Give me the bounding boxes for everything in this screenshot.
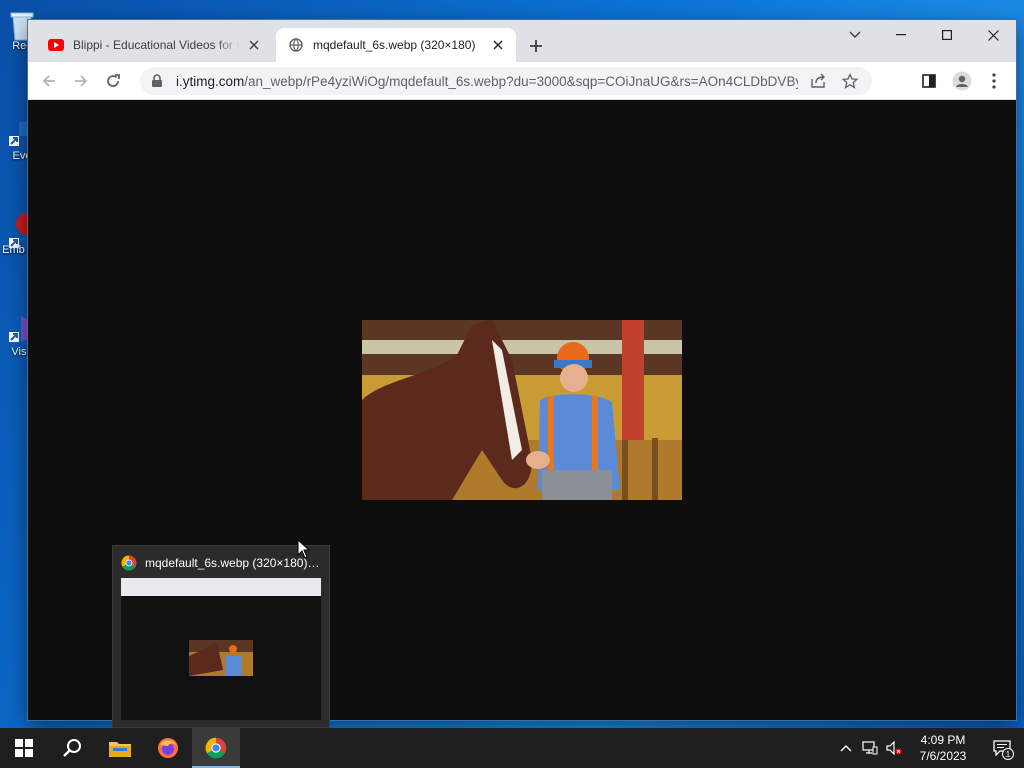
- minimize-button[interactable]: [878, 20, 924, 50]
- back-button[interactable]: [36, 68, 62, 94]
- image-content: [362, 320, 682, 500]
- file-explorer-icon: [109, 742, 131, 757]
- chrome-icon: [205, 737, 227, 759]
- chrome-icon: [121, 555, 137, 571]
- tab-title: mqdefault_6s.webp (320×180): [313, 38, 476, 52]
- close-icon: [987, 29, 999, 41]
- taskbar-firefox[interactable]: [144, 728, 192, 768]
- windows-start-icon: [15, 739, 33, 757]
- taskbar-file-explorer[interactable]: [96, 728, 144, 768]
- close-icon[interactable]: [246, 37, 262, 53]
- volume-button[interactable]: [882, 728, 906, 768]
- forward-button[interactable]: [68, 68, 94, 94]
- preview-title: mqdefault_6s.webp (320×180) -...: [145, 556, 321, 570]
- tray-overflow-button[interactable]: [834, 728, 858, 768]
- clock[interactable]: 4:09 PM 7/6/2023: [906, 732, 980, 764]
- bookmark-button[interactable]: [838, 69, 862, 93]
- url-text: i.ytimg.com/an_webp/rPe4yziWiOg/mqdefaul…: [176, 74, 798, 89]
- mouse-cursor-icon: [297, 539, 311, 559]
- side-panel-button[interactable]: [916, 68, 942, 94]
- firefox-icon: [158, 738, 178, 758]
- arrow-left-icon: [42, 75, 55, 87]
- share-button[interactable]: [806, 69, 830, 93]
- tab-strip: Blippi - Educational Videos for Kids mqd…: [28, 20, 1016, 62]
- tab-title: Blippi - Educational Videos for Kids: [73, 38, 240, 52]
- clock-date: 7/6/2023: [919, 749, 967, 763]
- close-window-button[interactable]: [970, 20, 1016, 50]
- clock-time: 4:09 PM: [920, 733, 966, 747]
- reload-button[interactable]: [100, 68, 126, 94]
- close-icon[interactable]: [490, 37, 506, 53]
- network-button[interactable]: [858, 728, 882, 768]
- url-path: /an_webp/rPe4yziWiOg/mqdefault_6s.webp?d…: [244, 73, 798, 89]
- preview-chrome-bar: [121, 578, 321, 596]
- tab-blippi[interactable]: Blippi - Educational Videos for Kids: [36, 28, 272, 62]
- tab-search-button[interactable]: [832, 20, 878, 50]
- reload-icon: [107, 74, 120, 87]
- menu-button[interactable]: [981, 68, 1007, 94]
- search-icon: [63, 739, 81, 757]
- displayed-image[interactable]: [362, 320, 682, 500]
- star-icon: [842, 73, 858, 89]
- youtube-icon: [48, 37, 64, 53]
- start-button[interactable]: [0, 728, 48, 768]
- preview-image: [189, 640, 253, 676]
- avatar-icon: [952, 71, 972, 91]
- taskbar-chrome[interactable]: [192, 728, 240, 768]
- preview-thumbnail: [121, 578, 321, 720]
- maximize-icon: [942, 30, 952, 40]
- taskbar: 4:09 PM 7/6/2023 1: [0, 728, 1024, 768]
- globe-icon: [288, 37, 304, 53]
- url-host: i.ytimg.com: [176, 73, 245, 89]
- minimize-icon: [896, 34, 906, 36]
- browser-toolbar: i.ytimg.com/an_webp/rPe4yziWiOg/mqdefaul…: [28, 62, 1016, 100]
- address-bar[interactable]: i.ytimg.com/an_webp/rPe4yziWiOg/mqdefaul…: [140, 67, 872, 95]
- profile-button[interactable]: [949, 68, 975, 94]
- action-center-button[interactable]: 1: [980, 728, 1024, 768]
- plus-icon: [530, 40, 542, 52]
- maximize-button[interactable]: [924, 20, 970, 50]
- kebab-menu-icon: [992, 73, 996, 89]
- notification-count-badge: 1: [1002, 748, 1014, 760]
- tab-image[interactable]: mqdefault_6s.webp (320×180): [276, 28, 516, 62]
- search-button[interactable]: [48, 728, 96, 768]
- taskbar-hover-preview[interactable]: mqdefault_6s.webp (320×180) -...: [112, 545, 330, 728]
- share-icon: [811, 73, 825, 88]
- system-tray: 4:09 PM 7/6/2023 1: [834, 728, 1024, 768]
- chevron-up-icon: [840, 745, 852, 752]
- new-tab-button[interactable]: [526, 36, 546, 56]
- volume-muted-icon: [886, 741, 902, 755]
- lock-icon: [152, 74, 162, 87]
- network-icon: [862, 741, 878, 755]
- side-panel-icon: [922, 74, 936, 88]
- arrow-right-icon: [75, 75, 88, 87]
- chevron-down-icon: [849, 31, 861, 38]
